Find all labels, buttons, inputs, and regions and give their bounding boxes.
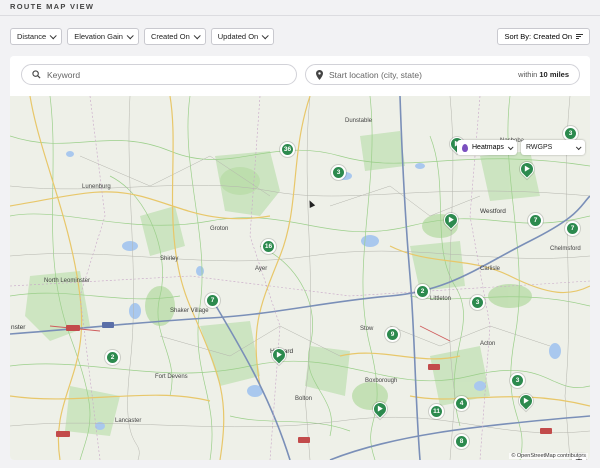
place-label: Boxborough	[365, 378, 398, 384]
heatmaps-button[interactable]: Heatmaps	[457, 140, 517, 155]
map-attribution[interactable]: © OpenStreetMap contributors	[509, 453, 588, 459]
map-provider-value: RWGPS	[526, 144, 553, 151]
filter-elevation-button[interactable]: Elevation Gain	[67, 28, 139, 45]
filter-distance-button[interactable]: Distance	[10, 28, 63, 45]
filter-label: Distance	[17, 32, 47, 41]
route-cluster[interactable]: 9	[385, 327, 400, 342]
place-label: Acton	[480, 341, 496, 347]
filter-label: Created On	[150, 32, 190, 41]
route-cluster[interactable]: 16	[261, 239, 276, 254]
chevron-down-icon	[261, 32, 269, 40]
place-label: Fort Devens	[155, 374, 188, 380]
filter-updated-button[interactable]: Updated On	[210, 28, 275, 45]
place-label: Shaker Village	[170, 308, 209, 314]
route-cluster[interactable]: 3	[510, 373, 525, 388]
heatmaps-label: Heatmaps	[472, 144, 504, 151]
route-cluster[interactable]: 8	[454, 434, 469, 449]
chevron-down-icon	[575, 143, 582, 150]
route-cluster[interactable]: 36	[280, 142, 295, 157]
chevron-down-icon	[126, 32, 134, 40]
route-cluster[interactable]: 7	[528, 213, 543, 228]
flame-icon	[462, 143, 468, 152]
filter-label: Elevation Gain	[74, 32, 123, 41]
place-label: Dunstable	[345, 118, 373, 124]
route-cluster[interactable]: 7	[565, 221, 580, 236]
filter-created-button[interactable]: Created On	[143, 28, 206, 45]
route-cluster[interactable]: 3	[331, 165, 346, 180]
chevron-down-icon	[193, 32, 201, 40]
place-label: North Leominster	[44, 278, 91, 284]
route-cluster[interactable]: 2	[105, 350, 120, 365]
place-label: Carlisle	[480, 266, 501, 272]
place-label: nster	[11, 324, 26, 331]
place-label: Ayer	[255, 266, 268, 272]
search-icon	[32, 70, 41, 79]
place-label: Lunenburg	[82, 184, 111, 190]
chevron-down-icon	[49, 32, 57, 40]
place-label: Shirley	[160, 256, 179, 262]
sort-label: Sort By: Created On	[504, 32, 572, 41]
place-label: Lancaster	[115, 418, 142, 424]
route-cluster[interactable]: 11	[429, 404, 444, 419]
location-pin-icon	[316, 69, 323, 80]
sort-icon	[576, 33, 583, 40]
place-label: Bolton	[295, 396, 313, 402]
within-prefix: within	[518, 70, 538, 79]
place-label: Groton	[210, 226, 229, 232]
route-cluster[interactable]: 3	[470, 295, 485, 310]
route-cluster[interactable]: 2	[415, 284, 430, 299]
route-cluster[interactable]: 4	[454, 396, 469, 411]
sort-button[interactable]: Sort By: Created On	[497, 28, 590, 45]
map-panel: within 10 miles	[10, 56, 590, 460]
route-cluster[interactable]: 7	[205, 293, 220, 308]
title-divider	[0, 15, 600, 16]
search-row: within 10 miles	[10, 56, 590, 96]
location-input[interactable]	[329, 69, 499, 80]
filter-label: Updated On	[217, 32, 259, 41]
radius-selector[interactable]: within 10 miles	[518, 70, 569, 79]
keyword-input[interactable]	[47, 69, 217, 80]
place-label: Littleton	[430, 296, 452, 302]
place-label: Westford	[480, 208, 506, 215]
route-cluster[interactable]: 3	[563, 126, 578, 141]
chevron-down-icon	[507, 143, 514, 150]
filter-bar: Distance Elevation Gain Created On Updat…	[10, 28, 275, 45]
place-label: Stow	[360, 326, 374, 332]
map-provider-select[interactable]: RWGPS	[521, 140, 585, 155]
within-value: 10 miles	[539, 70, 569, 79]
route-map[interactable]: Lunenburg Shirley Shaker Village Fort De…	[10, 96, 590, 460]
page-title: ROUTE MAP VIEW	[10, 2, 95, 11]
keyword-search-box	[21, 64, 297, 85]
location-search-box: within 10 miles	[305, 64, 580, 85]
place-label: Chelmsford	[550, 246, 581, 252]
